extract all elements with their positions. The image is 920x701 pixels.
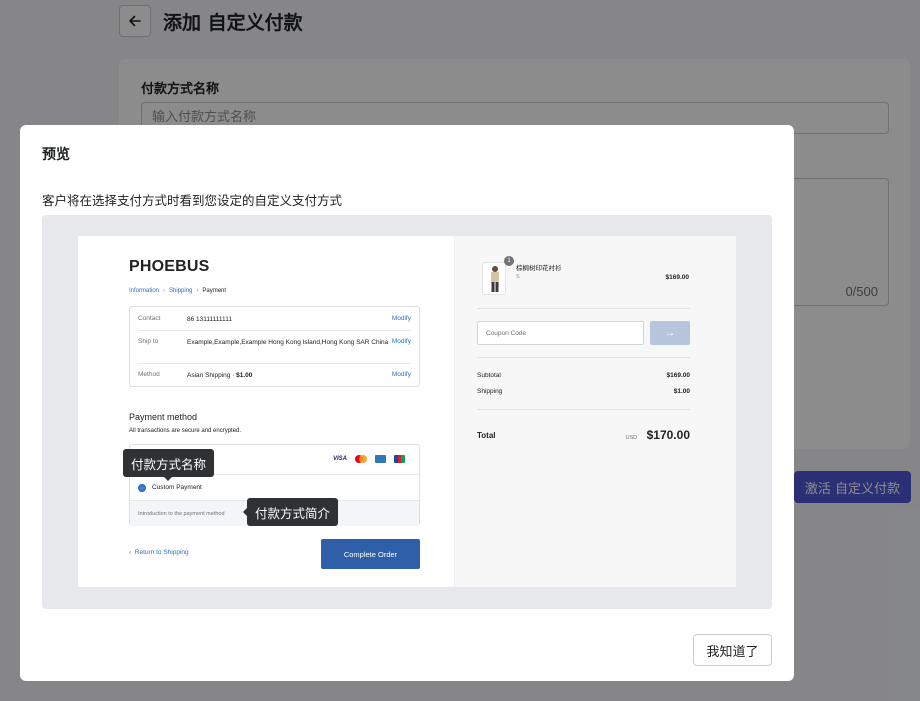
product-price: $169.00 xyxy=(665,274,690,281)
contact-value: 86 13111111111 xyxy=(187,316,232,323)
shipto-value: Example,Example,Example Hong Kong Island… xyxy=(187,339,389,346)
visa-icon: VISA xyxy=(332,456,347,462)
chevron-right-icon: › xyxy=(163,288,166,294)
breadcrumb-payment: Payment xyxy=(202,288,227,294)
subtotal-label: Subtotal xyxy=(477,372,501,379)
card-logos: VISA xyxy=(333,455,405,463)
coupon-apply-button: → xyxy=(650,321,690,345)
method-row: Method Asian Shipping · $1.00 Modify xyxy=(138,371,411,380)
shipping-value: $1.00 xyxy=(673,388,690,395)
breadcrumb: Information › Shipping › Payment xyxy=(129,288,226,294)
shipping-row: Shipping $1.00 xyxy=(477,388,690,395)
jcb-icon xyxy=(394,455,405,463)
total-currency: USD xyxy=(625,435,638,441)
coupon-input: Coupon Code xyxy=(477,321,644,345)
method-label: Method xyxy=(138,371,160,378)
return-to-shipping-link: ‹ Return to Shipping xyxy=(129,549,189,556)
checkout-preview: PHOEBUS Information › Shipping › Payment… xyxy=(78,236,736,587)
breadcrumb-information: Information xyxy=(129,288,160,294)
radio-selected-icon xyxy=(138,483,146,492)
divider xyxy=(138,363,411,364)
complete-order-button: Complete Order xyxy=(321,539,420,569)
divider xyxy=(477,357,690,358)
store-brand: PHOEBUS xyxy=(129,258,210,275)
shipto-row: Ship to Example,Example,Example Hong Kon… xyxy=(138,338,411,347)
method-value: Asian Shipping · $1.00 xyxy=(187,372,253,379)
payment-method-subtitle: All transactions are secure and encrypte… xyxy=(129,428,242,434)
payment-method-title: Payment method xyxy=(129,412,198,422)
subtotal-row: Subtotal $169.00 xyxy=(477,372,690,379)
tooltip-arrow xyxy=(164,477,172,481)
order-info-box: Contact 86 13111111111 Modify Ship to Ex… xyxy=(129,306,420,387)
tooltip-payment-name: 付款方式名称 xyxy=(123,449,215,477)
total-label: Total xyxy=(477,430,496,440)
shipping-label: Shipping xyxy=(477,388,503,395)
mastercard-icon xyxy=(355,455,367,463)
divider xyxy=(138,330,411,331)
shipto-modify-link: Modify xyxy=(391,338,411,345)
tooltip-payment-intro: 付款方式简介 xyxy=(247,498,339,526)
modal-title: 预览 xyxy=(42,147,70,163)
preview-frame: PHOEBUS Information › Shipping › Payment… xyxy=(42,215,772,609)
method-modify-link: Modify xyxy=(391,371,411,378)
subtotal-value: $169.00 xyxy=(666,372,691,379)
contact-label: Contact xyxy=(138,315,161,322)
amex-icon xyxy=(375,455,386,463)
got-it-button[interactable]: 我知道了 xyxy=(693,634,772,666)
product-thumbnail xyxy=(482,262,506,295)
contact-modify-link: Modify xyxy=(391,315,411,322)
quantity-badge: 1 xyxy=(504,256,514,266)
product-name: 棕榈树印花衬衫 xyxy=(516,264,562,272)
contact-row: Contact 86 13111111111 Modify xyxy=(138,315,411,324)
tooltip-arrow xyxy=(243,508,247,516)
divider xyxy=(477,409,690,410)
checkout-main: PHOEBUS Information › Shipping › Payment… xyxy=(78,236,454,587)
total-row: Total USD $170.00 xyxy=(477,426,690,444)
total-value: $170.00 xyxy=(646,428,690,442)
order-summary: 1 棕榈树印花衬衫 S $169.00 Coupon Code → Subtot… xyxy=(454,236,736,587)
custom-payment-option: Custom Payment xyxy=(130,474,419,500)
chevron-right-icon: › xyxy=(196,288,199,294)
custom-payment-label: Custom Payment xyxy=(152,484,202,491)
divider xyxy=(477,308,690,309)
shipto-label: Ship to xyxy=(138,338,159,345)
preview-modal: 预览 客户将在选择支付方式时看到您设定的自定义支付方式 PHOEBUS Info… xyxy=(20,125,794,681)
breadcrumb-shipping: Shipping xyxy=(169,288,193,294)
modal-description: 客户将在选择支付方式时看到您设定的自定义支付方式 xyxy=(42,193,343,208)
product-variant: S xyxy=(516,274,520,280)
